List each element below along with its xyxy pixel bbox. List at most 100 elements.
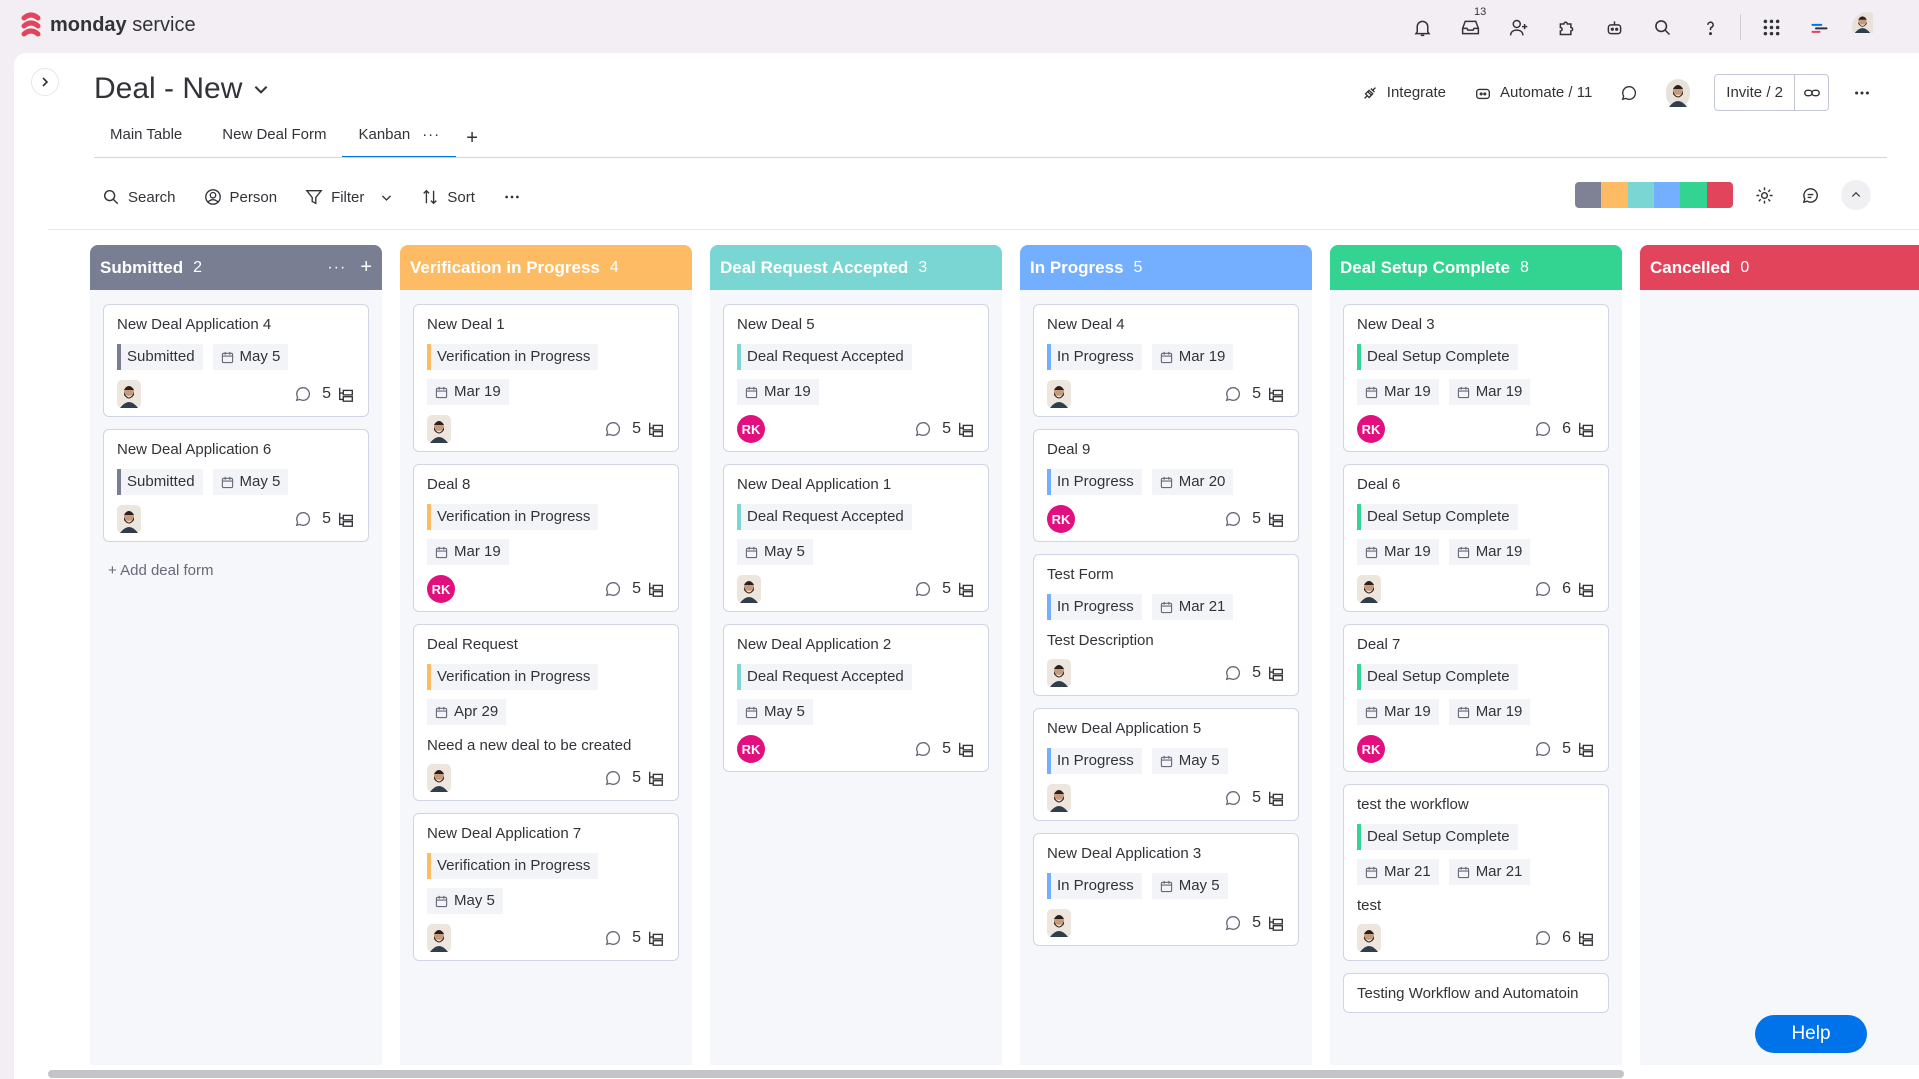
status-label[interactable]: Verification in Progress (427, 853, 599, 879)
deal-card[interactable]: New Deal 5 Deal Request Accepted Mar 19 RK 5 (723, 304, 989, 452)
comment-icon[interactable] (604, 769, 622, 787)
subitems-count[interactable]: 6 (1562, 420, 1595, 438)
deal-card[interactable]: Deal 9 In Progress Mar 20 RK 5 (1033, 429, 1299, 542)
owner-avatar[interactable]: RK (737, 415, 765, 443)
app-logo[interactable]: monday service (20, 12, 196, 38)
automate-button[interactable]: Automate / 11 (1460, 75, 1606, 111)
status-label[interactable]: Verification in Progress (427, 664, 599, 690)
date-label[interactable]: Mar 21 (1357, 859, 1439, 885)
comment-icon[interactable] (604, 420, 622, 438)
filter-button[interactable]: Filter (291, 180, 407, 214)
date-label[interactable]: Mar 19 (427, 379, 509, 405)
add-view-button[interactable]: + (456, 121, 488, 155)
board-menu-button[interactable] (1839, 75, 1885, 111)
subitems-count[interactable]: 5 (632, 420, 665, 438)
subitems-count[interactable]: 5 (1252, 914, 1285, 932)
owner-avatar[interactable] (1047, 380, 1071, 408)
date-label[interactable]: Mar 19 (1357, 539, 1439, 565)
deal-card[interactable]: New Deal 4 In Progress Mar 19 5 (1033, 304, 1299, 417)
product-switcher-button[interactable] (1795, 10, 1843, 44)
comment-icon[interactable] (1224, 385, 1242, 403)
comment-icon[interactable] (1534, 580, 1552, 598)
tab-more-icon[interactable]: ··· (422, 126, 440, 143)
search-everything-button[interactable] (1638, 10, 1686, 44)
apps-marketplace-button[interactable] (1542, 10, 1590, 44)
add-card-icon[interactable]: + (360, 256, 372, 279)
comment-icon[interactable] (914, 580, 932, 598)
status-label[interactable]: In Progress (1047, 469, 1142, 495)
owner-avatar[interactable] (737, 575, 761, 603)
subitems-count[interactable]: 6 (1562, 929, 1595, 947)
app-switcher-button[interactable] (1747, 10, 1795, 44)
status-label[interactable]: Submitted (117, 469, 203, 495)
comment-icon[interactable] (1224, 789, 1242, 807)
status-color-legend[interactable] (1575, 182, 1733, 208)
owner-avatar[interactable] (1357, 924, 1381, 952)
owner-avatar[interactable]: RK (1357, 415, 1385, 443)
status-label[interactable]: Deal Setup Complete (1357, 344, 1518, 370)
subitems-count[interactable]: 5 (1252, 510, 1285, 528)
collapse-toolbar-button[interactable] (1841, 180, 1871, 210)
tab-main-table[interactable]: Main Table (94, 118, 198, 158)
date-label[interactable]: May 5 (1151, 873, 1228, 899)
owner-avatar[interactable]: RK (1357, 735, 1385, 763)
date-label[interactable]: May 5 (427, 888, 503, 914)
owner-avatar[interactable] (1047, 659, 1071, 687)
deal-card[interactable]: Deal Request Verification in Progress Apr … (413, 624, 679, 801)
sort-button[interactable]: Sort (407, 180, 489, 214)
subitems-count[interactable]: 5 (1252, 789, 1285, 807)
deal-card[interactable]: Deal 8 Verification in Progress Mar 19 RK 5 (413, 464, 679, 612)
deal-card[interactable]: New Deal 3 Deal Setup Complete Mar 19 Mar 1… (1343, 304, 1609, 452)
status-label[interactable]: In Progress (1047, 748, 1142, 774)
status-label[interactable]: Deal Setup Complete (1357, 504, 1518, 530)
comment-icon[interactable] (1224, 664, 1242, 682)
status-label[interactable]: Submitted (117, 344, 203, 370)
subitems-count[interactable]: 6 (1562, 580, 1595, 598)
date-label[interactable]: May 5 (737, 539, 813, 565)
column-header[interactable]: Deal Request Accepted 3 (710, 245, 1002, 290)
horizontal-scrollbar[interactable] (48, 1070, 1624, 1078)
comment-icon[interactable] (1224, 510, 1242, 528)
deal-card[interactable]: Testing Workflow and Automatoin (1343, 973, 1609, 1013)
comment-icon[interactable] (914, 420, 932, 438)
comment-icon[interactable] (1534, 929, 1552, 947)
owner-avatar[interactable] (427, 764, 451, 792)
subitems-count[interactable]: 5 (632, 929, 665, 947)
column-header[interactable]: Cancelled 0 (1640, 245, 1919, 290)
deal-card[interactable]: New Deal Application 5 In Progress May 5 5 (1033, 708, 1299, 821)
help-center-button[interactable] (1686, 10, 1734, 44)
subitems-count[interactable]: 5 (1252, 385, 1285, 403)
notifications-button[interactable] (1398, 10, 1446, 44)
inbox-button[interactable]: 13 (1446, 6, 1494, 44)
status-label[interactable]: Verification in Progress (427, 344, 599, 370)
status-label[interactable]: Deal Request Accepted (737, 344, 912, 370)
invite-button[interactable]: Invite / 2 (1714, 74, 1829, 111)
owner-avatar[interactable]: RK (1047, 505, 1075, 533)
subitems-count[interactable]: 5 (942, 580, 975, 598)
integrate-button[interactable]: Integrate (1347, 75, 1460, 111)
column-header[interactable]: Deal Setup Complete 8 (1330, 245, 1622, 290)
deal-card[interactable]: New Deal 1 Verification in Progress Mar 19… (413, 304, 679, 452)
tab-kanban[interactable]: Kanban ··· (342, 118, 457, 158)
board-updates-button[interactable] (1606, 75, 1652, 111)
column-header[interactable]: Verification in Progress 4 (400, 245, 692, 290)
date-label[interactable]: Mar 19 (1448, 379, 1531, 405)
status-label[interactable]: Deal Request Accepted (737, 664, 912, 690)
deal-card[interactable]: test the workflow Deal Setup Complete Mar … (1343, 784, 1609, 961)
owner-avatar[interactable] (1047, 784, 1071, 812)
owner-avatar[interactable] (427, 415, 451, 443)
owner-avatar[interactable]: RK (737, 735, 765, 763)
comment-icon[interactable] (914, 740, 932, 758)
deal-card[interactable]: New Deal Application 4 Submitted May 5 5 (103, 304, 369, 417)
deal-card[interactable]: New Deal Application 7 Verification in Pr… (413, 813, 679, 961)
deal-card[interactable]: New Deal Application 1 Deal Request Accep… (723, 464, 989, 612)
help-button[interactable]: Help (1755, 1015, 1867, 1053)
view-settings-button[interactable] (1749, 180, 1779, 210)
profile-button[interactable] (1843, 10, 1891, 44)
subitems-count[interactable]: 5 (1252, 664, 1285, 682)
subitems-count[interactable]: 5 (1562, 740, 1595, 758)
date-label[interactable]: Mar 19 (1357, 379, 1439, 405)
owner-avatar[interactable] (117, 380, 141, 408)
chevron-down-icon[interactable] (380, 191, 393, 204)
board-members-avatar[interactable] (1652, 75, 1704, 111)
